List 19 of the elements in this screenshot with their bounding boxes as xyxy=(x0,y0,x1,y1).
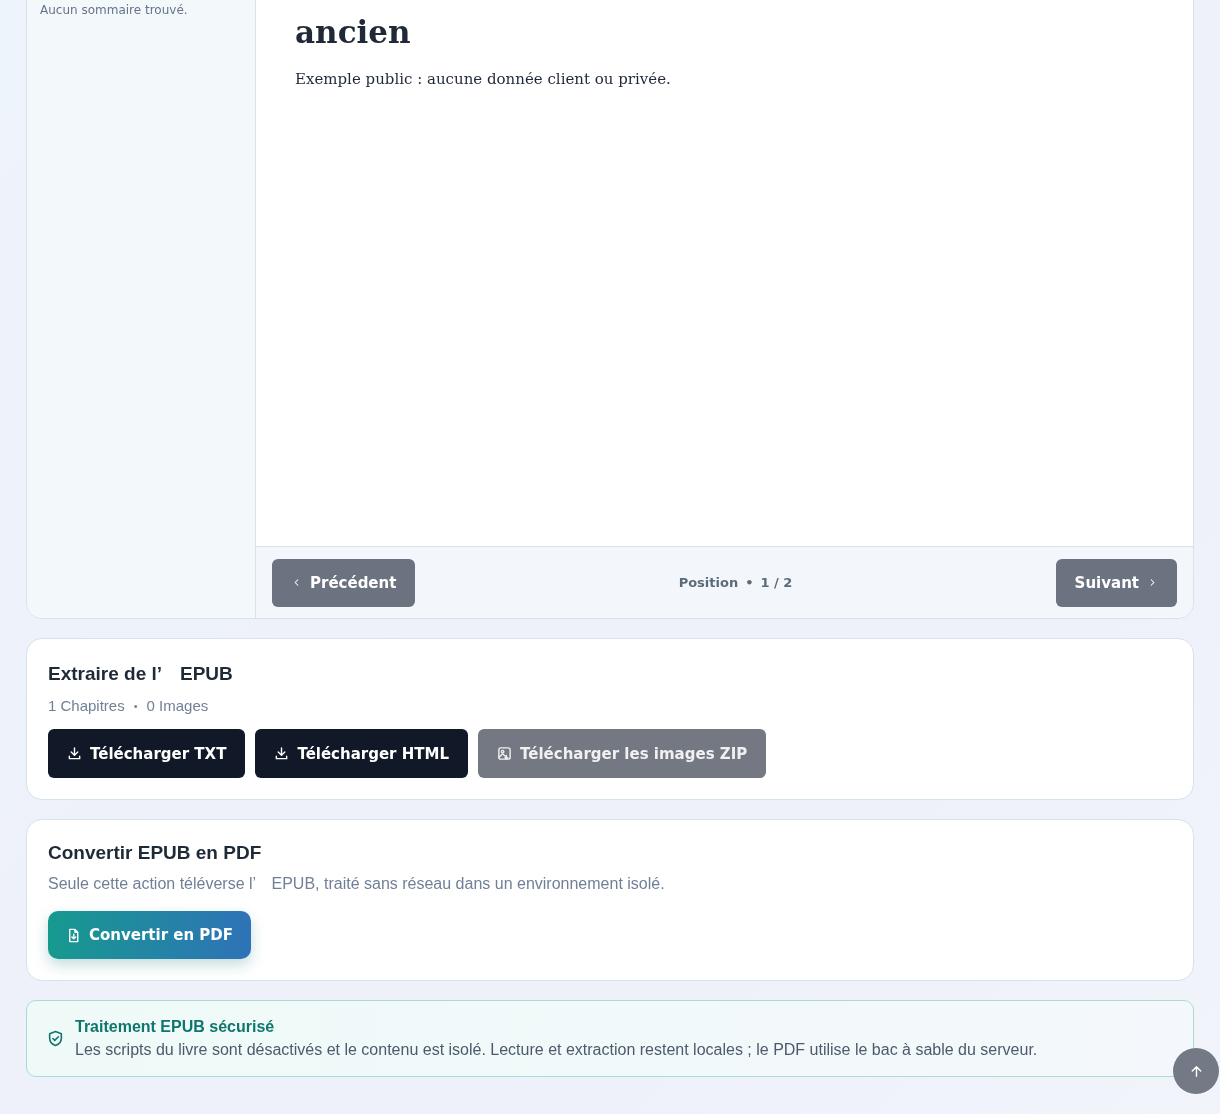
convert-pdf-button[interactable]: Convertir en PDF xyxy=(48,911,252,959)
card-title: Extraire de l’ EPUB xyxy=(48,662,234,686)
separator-dot: • xyxy=(745,575,754,590)
next-button[interactable]: Suivant xyxy=(1055,558,1177,607)
chapter-heading: ancien xyxy=(295,14,412,50)
card-title: Convertir EPUB en PDF xyxy=(48,842,263,864)
stat-text: 0 Images xyxy=(146,697,209,714)
position-value: 1 / 2 xyxy=(760,575,793,590)
notice-text: Les scripts du livre sont désactivés et le contenu est isolé. Lecture et extraction restent locales ; le PDF utilise le bac à sable du serveur. xyxy=(75,1041,1038,1059)
download-button[interactable]: Télécharger HTML xyxy=(255,729,468,778)
download-button[interactable]: Télécharger TXT xyxy=(48,729,246,778)
previous-button[interactable]: Précédent xyxy=(272,558,416,607)
stat-text: 1 Chapitres xyxy=(48,697,125,714)
chapter-paragraph: Exemple public : aucune donnée client ou privée. xyxy=(295,70,672,88)
position-label: Position xyxy=(678,575,739,590)
notice-title: Traitement EPUB sécurisé xyxy=(75,1018,276,1036)
separator-dot: • xyxy=(133,699,138,712)
empty-toc-text: Aucun sommaire trouvé. xyxy=(40,3,189,17)
card-description: Seule cette action téléverse l’ EPUB, traité sans réseau dans un environnement isolé. xyxy=(48,874,666,894)
